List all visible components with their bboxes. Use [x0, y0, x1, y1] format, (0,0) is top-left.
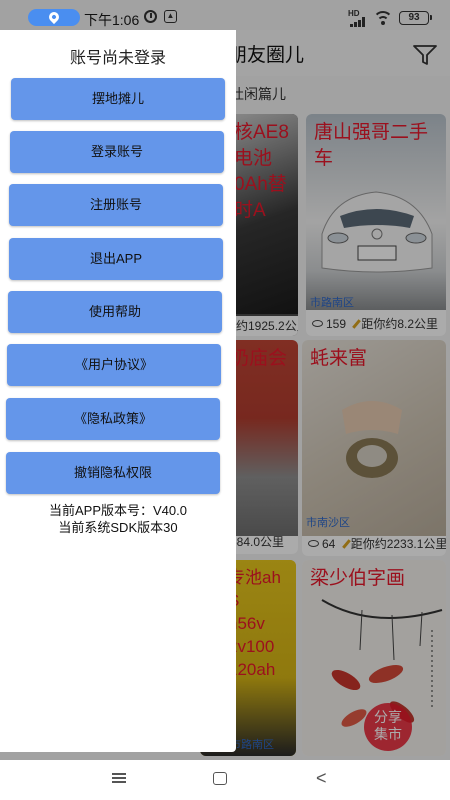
status-time: 下午1:06: [84, 12, 140, 28]
navigation-drawer: 账号尚未登录 摆地摊儿 登录账号 注册账号 退出APP 使用帮助 《用户协议》 …: [0, 30, 236, 752]
location-indicator[interactable]: [28, 9, 80, 26]
wifi-icon: [373, 11, 393, 25]
nav-back-icon[interactable]: <: [316, 769, 327, 787]
battery-icon: 93: [399, 11, 432, 25]
signal-icon: [350, 17, 365, 27]
drawer-title: 账号尚未登录: [69, 50, 166, 67]
app-notification-icon: ▲: [164, 10, 177, 23]
system-nav-bar: <: [0, 760, 450, 800]
user-agreement-button[interactable]: 《用户协议》: [7, 344, 221, 386]
revoke-privacy-button[interactable]: 撤销隐私权限: [6, 452, 220, 494]
login-button[interactable]: 登录账号: [10, 131, 224, 173]
set-up-stall-button[interactable]: 摆地摊儿: [11, 78, 225, 120]
status-bar: 下午1:06 ▲ HD 93: [0, 0, 450, 30]
exit-app-button[interactable]: 退出APP: [9, 238, 223, 280]
sdk-version: 当前系统SDK版本30: [58, 520, 178, 535]
privacy-policy-button[interactable]: 《隐私政策》: [6, 398, 220, 440]
nav-menu-icon[interactable]: [112, 773, 126, 783]
location-pin-icon: [46, 9, 62, 25]
help-button[interactable]: 使用帮助: [8, 291, 222, 333]
nav-home-icon[interactable]: [213, 772, 227, 785]
alarm-icon: [144, 10, 157, 23]
register-button[interactable]: 注册账号: [9, 184, 223, 226]
